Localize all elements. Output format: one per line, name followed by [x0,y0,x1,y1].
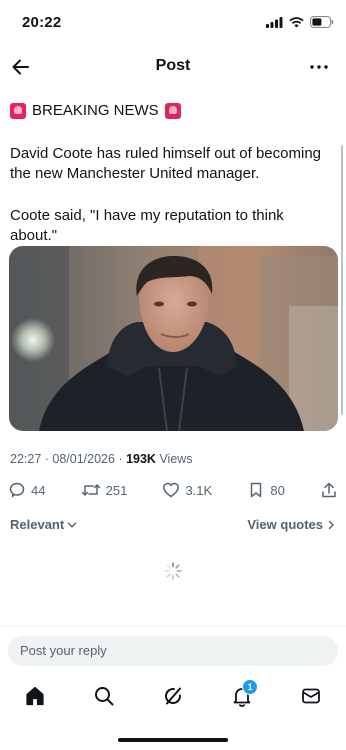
loading-spinner-icon [164,562,182,580]
reply-input[interactable]: Post your reply [8,636,338,666]
battery-icon [310,16,334,28]
post-paragraph-1: David Coote has ruled himself out of bec… [10,145,322,182]
bookmark-icon [251,482,262,498]
signal-icon [266,16,283,28]
share-button[interactable] [320,481,338,499]
post-headline: BREAKING NEWS [10,102,181,119]
tab-search[interactable] [90,682,118,710]
replies-sort-row: Relevant View quotes [10,517,336,532]
post-meta: 22:27 · 08/01/2026 · 193K Views [10,452,193,466]
views-label: Views [159,452,193,466]
tab-messages[interactable] [297,682,325,710]
page-title: Post [155,57,191,74]
like-button[interactable]: 3.1K [162,481,212,499]
heart-icon [163,482,180,498]
repost-count: 251 [105,482,128,498]
siren-emoji-icon [10,102,26,119]
reply-placeholder: Post your reply [20,643,107,658]
tab-home[interactable] [21,682,49,710]
divider [0,626,346,627]
post-time: 22:27 [10,452,42,466]
view-quotes-link[interactable]: View quotes [247,517,336,532]
view-quotes-label: View quotes [247,517,323,532]
reply-count: 44 [31,482,46,498]
headline-text: BREAKING NEWS [32,102,159,119]
like-count: 3.1K [185,482,213,498]
post-photo [9,246,338,431]
status-time: 20:22 [22,14,62,31]
siren-emoji-icon [164,102,181,119]
repost-icon [81,484,100,496]
bookmark-count: 80 [270,482,285,498]
bottom-tab-bar: 1 [0,676,346,716]
notification-badge: 1 [242,679,259,695]
more-icon [310,65,328,69]
chevron-right-icon [328,520,334,529]
tab-grok[interactable] [159,682,187,710]
bookmark-button[interactable]: 80 [247,481,285,499]
home-icon [25,686,44,706]
search-icon [94,687,114,706]
post-date: 08/01/2026 [52,452,115,466]
status-icons [266,16,334,28]
top-nav-bar: Post [0,48,346,86]
chevron-down-icon [68,522,77,528]
home-indicator [118,738,228,742]
view-count[interactable]: 193K [126,452,156,466]
grok-icon [164,687,181,705]
mail-icon [302,688,321,704]
repost-button[interactable]: 251 [81,481,128,499]
more-options-button[interactable] [308,56,332,78]
sort-label: Relevant [10,517,65,532]
tab-notifications[interactable]: 1 [228,679,259,710]
scrollbar[interactable] [341,145,343,415]
post-actions: 44 251 3.1K 80 [8,478,338,502]
share-icon [322,482,336,498]
reply-icon [9,482,25,498]
reply-button[interactable]: 44 [8,481,45,499]
wifi-icon [289,16,304,27]
post-paragraph-2: Coote said, "I have my reputation to thi… [10,207,284,244]
sort-dropdown[interactable]: Relevant [10,517,77,532]
post-image[interactable] [9,246,338,431]
